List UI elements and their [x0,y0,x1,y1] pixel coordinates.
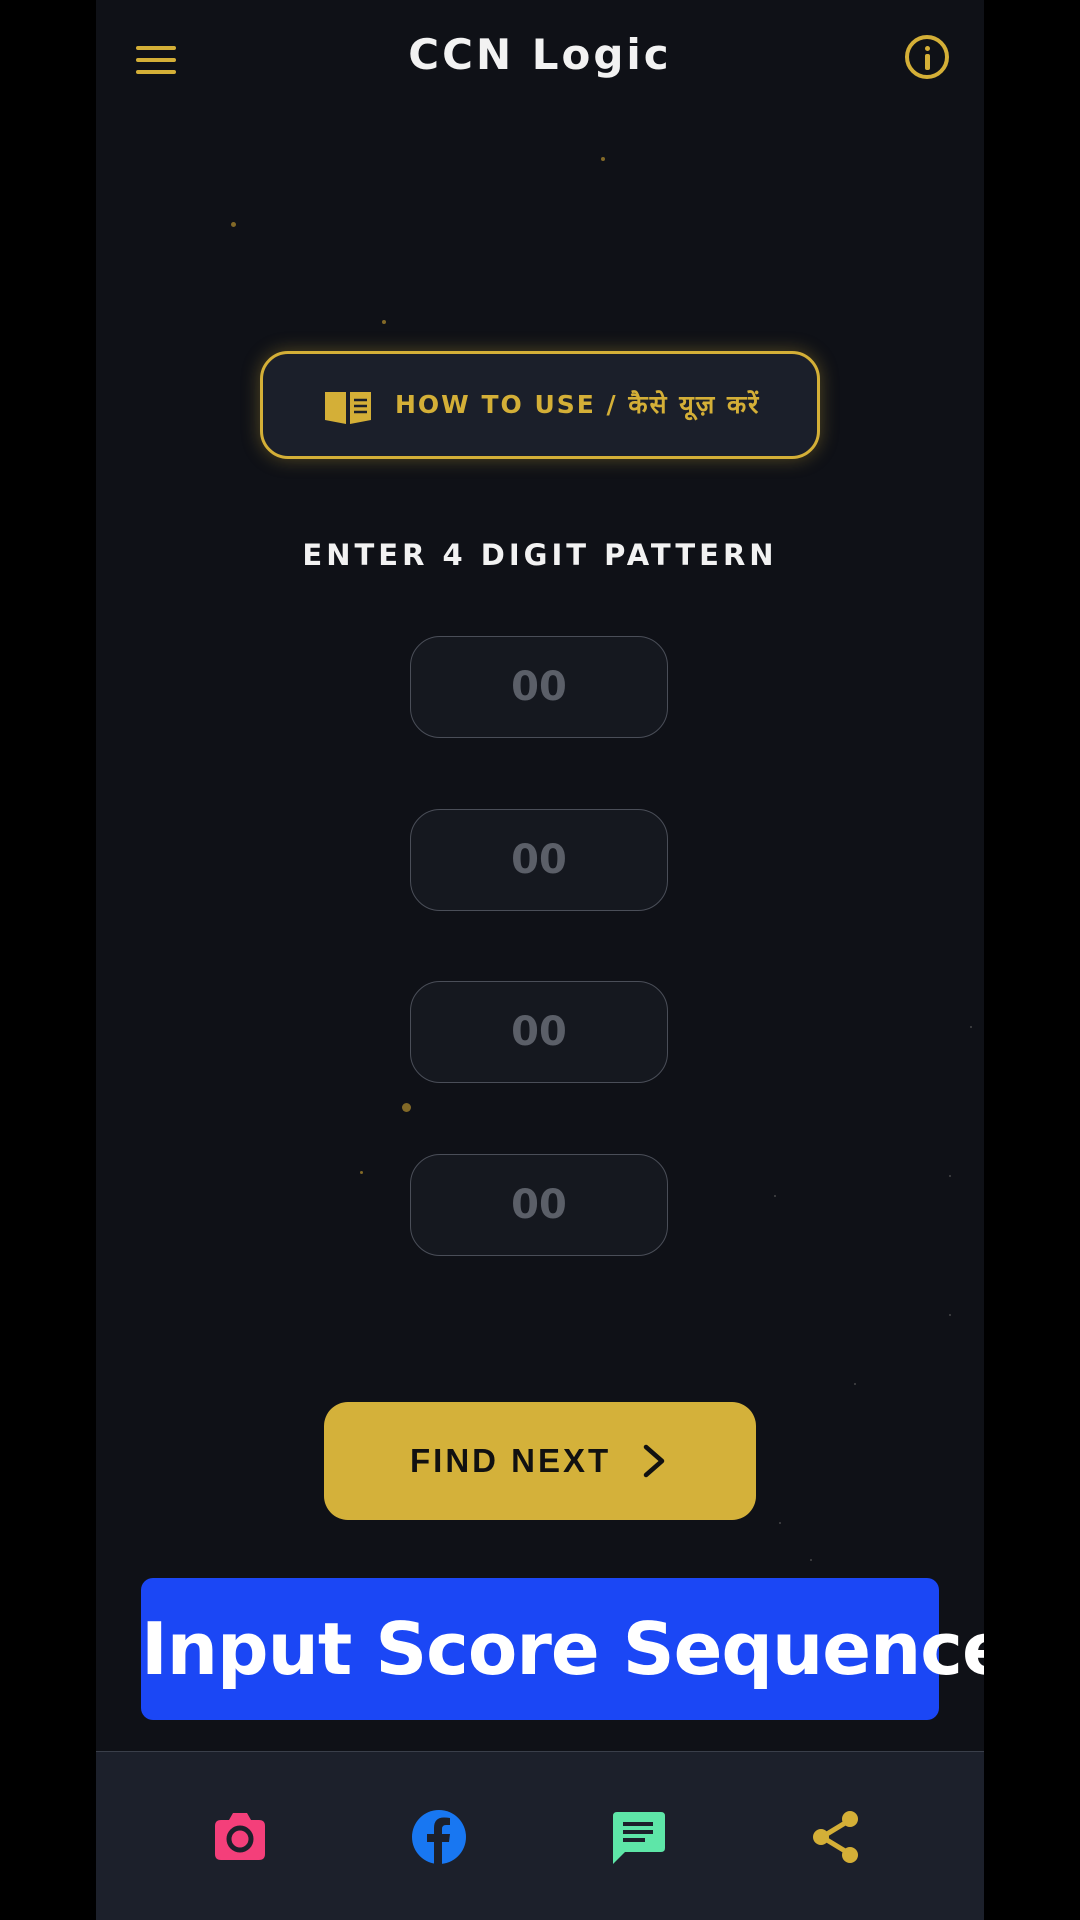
particle-dot [779,1522,781,1524]
find-next-button[interactable]: FIND NEXT [324,1402,756,1520]
particle-dot [231,222,236,227]
particle-dot [402,1103,411,1112]
particle-dot [360,1171,363,1174]
app-header: CCN Logic [96,0,984,120]
facebook-icon[interactable] [410,1808,468,1866]
particle-dot [601,157,605,161]
how-to-use-button[interactable]: HOW TO USE / कैसे यूज़ करें [260,351,820,459]
how-to-use-label: HOW TO USE / कैसे यूज़ करें [395,390,761,419]
particle-dot [854,1383,856,1385]
digit-input-4[interactable] [410,1154,668,1256]
share-icon[interactable] [808,1808,866,1866]
book-icon [325,392,371,424]
particle-dot [382,320,386,324]
camera-icon[interactable] [211,1808,269,1866]
app-screen: CCN Logic HOW TO USE / कैसे यूज़ करें EN… [96,0,984,1920]
find-next-label: FIND NEXT [410,1442,612,1479]
digit-input-1[interactable] [410,636,668,738]
bottom-navigation [96,1751,984,1920]
particle-dot [949,1314,951,1316]
chevron-right-icon [643,1444,665,1478]
particle-dot [949,1175,951,1177]
particle-dot [970,1026,972,1028]
digit-input-3[interactable] [410,981,668,1083]
chat-icon[interactable] [609,1808,667,1866]
digit-input-2[interactable] [410,809,668,911]
pattern-label: ENTER 4 DIGIT PATTERN [302,538,778,572]
instruction-banner: Input Score Sequence [141,1578,984,1720]
info-icon[interactable] [905,35,949,79]
particle-dot [810,1559,812,1561]
particle-dot [774,1195,776,1197]
page-title: CCN Logic [408,30,672,79]
